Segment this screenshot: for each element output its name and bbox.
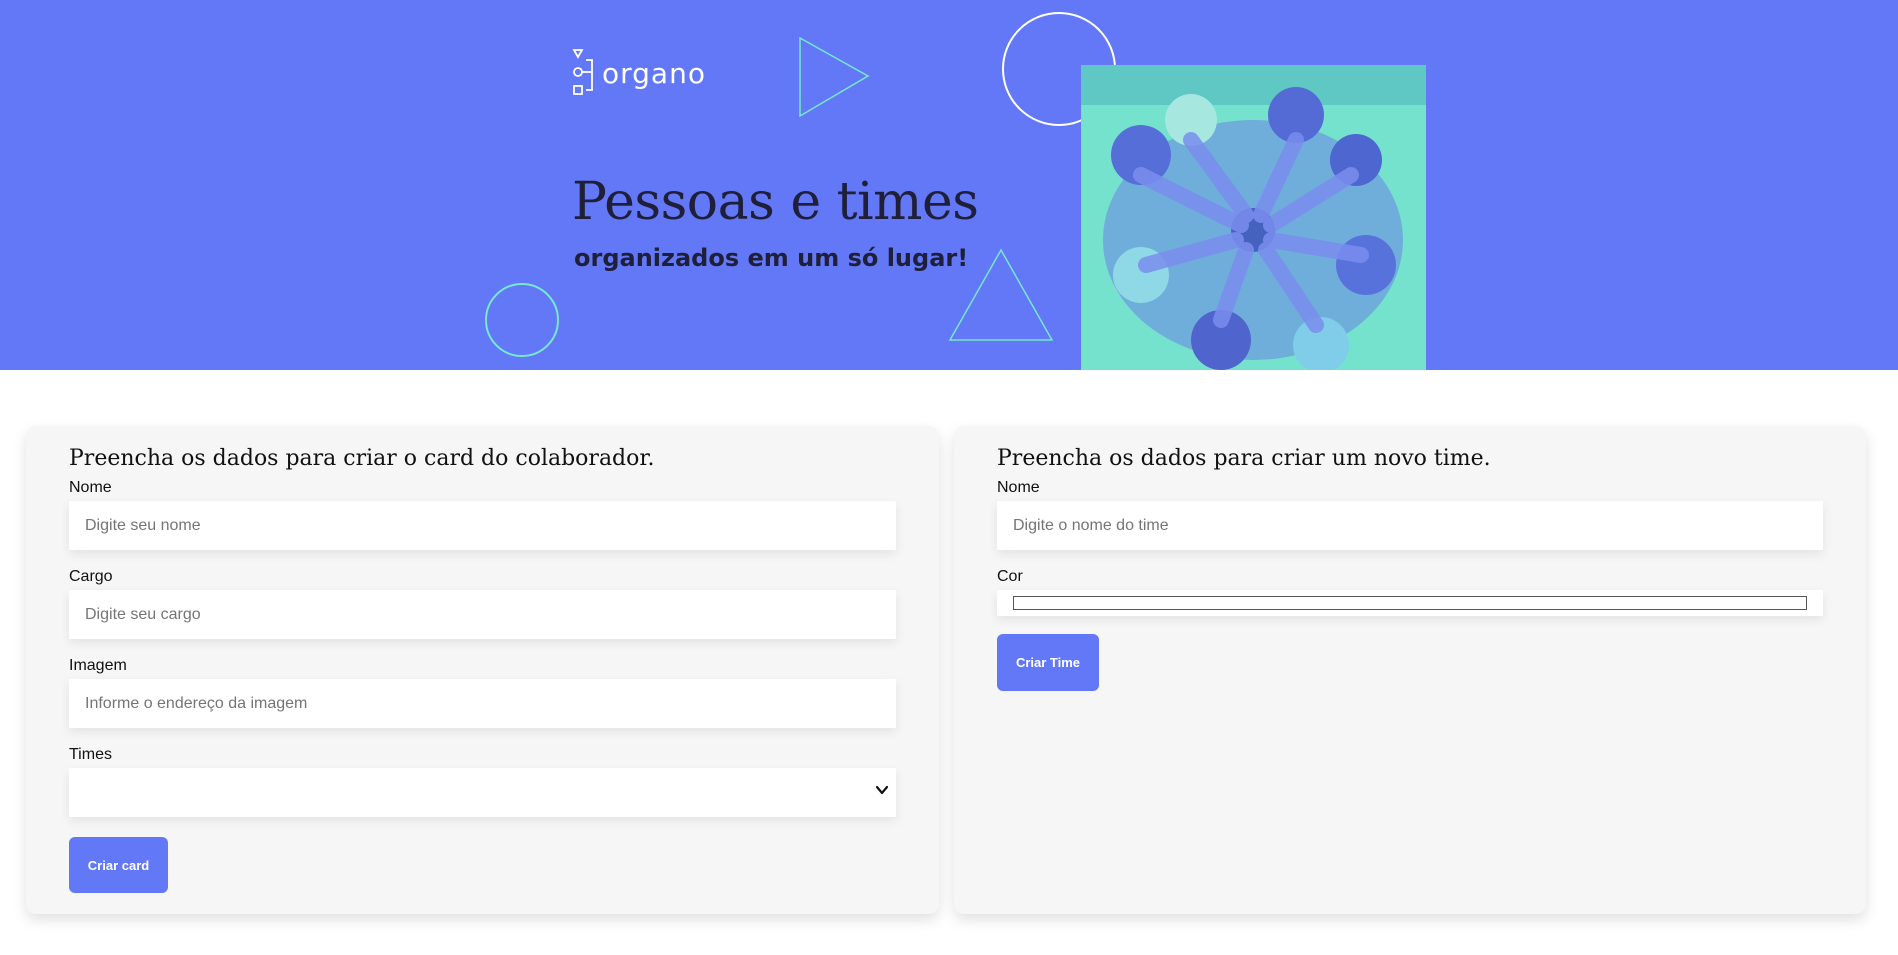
time-form: Preencha os dados para criar um novo tim… [954, 426, 1866, 914]
team-hands-photo [1081, 65, 1426, 370]
nome-field-group: Nome [69, 479, 896, 550]
header-banner: organo Pessoas e times organizados em um… [0, 0, 1898, 370]
circle-decoration-small [485, 283, 559, 357]
times-label: Times [69, 746, 112, 763]
time-form-title: Preencha os dados para criar um novo tim… [997, 446, 1491, 471]
time-nome-field-group: Nome [997, 479, 1823, 550]
cor-field-group: Cor [997, 568, 1823, 616]
logo-text: organo [602, 56, 706, 90]
triangle-right-decoration [799, 36, 870, 118]
organo-logo-icon [572, 49, 593, 95]
colaborador-form: Preencha os dados para criar o card do c… [26, 426, 939, 914]
imagem-input[interactable] [69, 679, 896, 728]
nome-label: Nome [69, 479, 112, 496]
cor-color-input[interactable] [997, 590, 1823, 616]
imagem-label: Imagem [69, 657, 127, 674]
time-nome-label: Nome [997, 479, 1040, 496]
criar-card-button[interactable]: Criar card [69, 837, 168, 893]
cargo-label: Cargo [69, 568, 113, 585]
times-select[interactable] [69, 768, 896, 817]
hero-title: Pessoas e times [572, 172, 979, 232]
imagem-field-group: Imagem [69, 657, 896, 728]
color-swatch [1013, 596, 1807, 610]
nome-input[interactable] [69, 501, 896, 550]
cargo-input[interactable] [69, 590, 896, 639]
cor-label: Cor [997, 568, 1023, 585]
cargo-field-group: Cargo [69, 568, 896, 639]
hero-subtitle: organizados em um só lugar! [574, 244, 969, 272]
criar-time-button[interactable]: Criar Time [997, 634, 1099, 691]
chevron-down-icon [875, 785, 889, 795]
time-nome-input[interactable] [997, 501, 1823, 550]
times-field-group: Times [69, 746, 896, 817]
colaborador-form-title: Preencha os dados para criar o card do c… [69, 446, 655, 471]
brand-logo[interactable]: organo [572, 48, 706, 98]
